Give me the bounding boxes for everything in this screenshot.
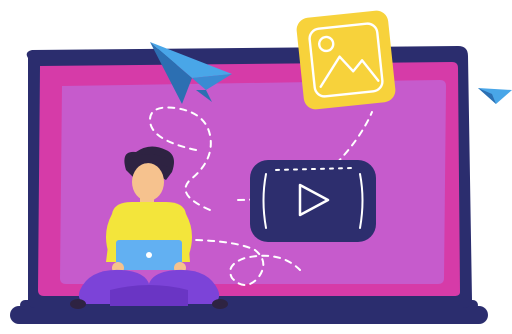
image-card xyxy=(296,10,396,110)
paper-plane-small-icon xyxy=(478,88,512,104)
online-learning-illustration xyxy=(10,10,512,324)
laptop-icon xyxy=(26,46,473,308)
illustration-stage xyxy=(0,0,512,334)
video-card xyxy=(250,160,376,242)
